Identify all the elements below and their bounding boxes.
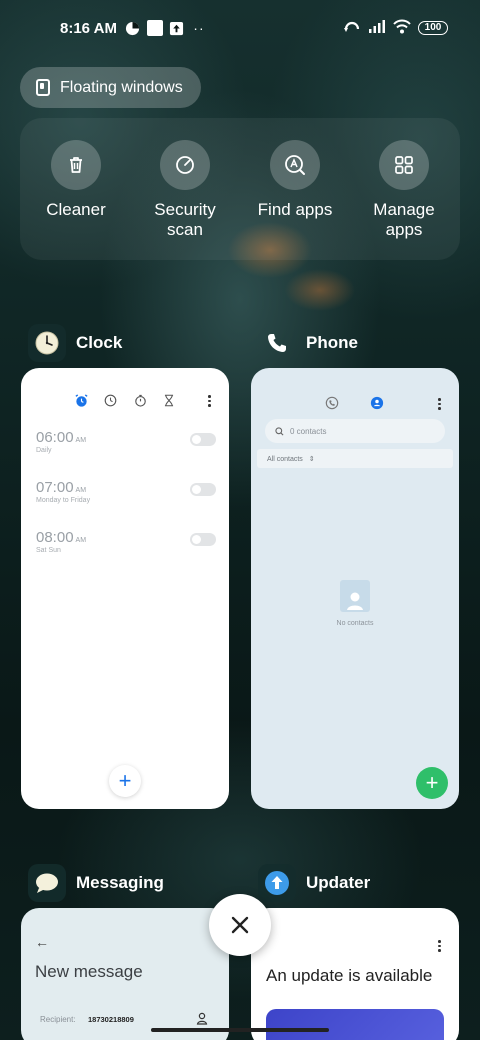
recipient-label: Recipient:: [40, 1015, 76, 1024]
update-available-title: An update is available: [266, 966, 433, 985]
alarm-repeat: Monday to Friday: [36, 497, 91, 504]
alarm-tab-icon[interactable]: [73, 392, 89, 408]
back-arrow-icon[interactable]: ←: [35, 934, 49, 950]
wifi-icon: [393, 19, 411, 38]
contacts-search-input[interactable]: 0 contacts: [265, 419, 445, 443]
alarm-repeat: Sat Sun: [36, 547, 61, 554]
update-banner: [266, 1009, 444, 1040]
close-icon: [231, 916, 249, 934]
sort-icon: ⇕: [308, 456, 315, 463]
clock-app-icon: [28, 324, 66, 362]
cleaner-button[interactable]: Cleaner: [21, 140, 131, 220]
find-apps-button[interactable]: Find apps: [240, 140, 350, 220]
floating-window-icon: [36, 79, 50, 96]
stopwatch-tab-icon[interactable]: [132, 392, 148, 408]
phone-app-card[interactable]: 0 contacts All contacts ⇕ No contacts +: [251, 368, 459, 809]
notification-square-icon: [146, 20, 163, 36]
manage-apps-label: Manage apps: [349, 200, 459, 240]
alarm-time-value: 06:00: [36, 429, 74, 446]
notification-app-icon: [125, 20, 141, 36]
close-all-button[interactable]: [209, 894, 271, 956]
security-scan-button[interactable]: Security scan: [130, 140, 240, 240]
new-message-title: New message: [35, 962, 143, 981]
alarm-time: 08:00 AM: [36, 529, 216, 546]
messaging-app-header[interactable]: Messaging: [28, 864, 164, 902]
phone-tabs: [251, 395, 459, 411]
security-scan-label: Security scan: [130, 200, 240, 240]
phone-more-options-icon[interactable]: [438, 398, 441, 410]
contacts-filter-label: All contacts: [267, 456, 303, 463]
floating-windows-button[interactable]: Floating windows: [20, 67, 201, 108]
manage-apps-label-line1: Manage: [373, 200, 435, 219]
contacts-tab-icon[interactable]: [369, 395, 385, 411]
security-scan-icon: [160, 140, 210, 190]
battery-indicator: 100: [418, 21, 448, 35]
upload-icon: [169, 20, 185, 36]
floating-windows-label: Floating windows: [60, 78, 183, 96]
home-indicator[interactable]: [151, 1028, 329, 1032]
alarm-ampm: AM: [75, 437, 87, 444]
timer-tab-icon[interactable]: [161, 392, 177, 408]
alarm-repeat: Daily: [36, 447, 52, 454]
empty-contacts-illustration: [340, 580, 370, 612]
clock-app-card[interactable]: 06:00 AM Daily 07:00 AM Monday to Friday 0…: [21, 368, 229, 809]
find-apps-icon: [270, 140, 320, 190]
find-apps-label: Find apps: [257, 200, 333, 219]
alarm-item[interactable]: 06:00 AM Daily: [36, 429, 216, 457]
grid-icon: [379, 140, 429, 190]
clock-app-name: Clock: [76, 333, 123, 352]
phone-app-name: Phone: [306, 333, 358, 352]
recipient-number[interactable]: 18730218809: [88, 1015, 134, 1024]
clock-tabs: [21, 392, 229, 408]
add-alarm-button[interactable]: +: [109, 765, 141, 797]
status-time: 8:16 AM: [60, 19, 117, 37]
alarm-time: 06:00 AM: [36, 429, 216, 446]
cleaner-label: Cleaner: [46, 200, 106, 219]
updater-app-card[interactable]: An update is available: [251, 908, 459, 1040]
messaging-app-icon: [28, 864, 66, 902]
updater-more-options-icon[interactable]: [438, 940, 441, 952]
updater-app-name: Updater: [306, 873, 371, 892]
alarm-ampm: AM: [75, 537, 87, 544]
alarm-item[interactable]: 08:00 AM Sat Sun: [36, 529, 216, 557]
phone-app-header[interactable]: Phone: [258, 324, 358, 362]
contacts-search-placeholder: 0 contacts: [290, 426, 327, 436]
more-notifications-icon: ··: [193, 20, 205, 36]
updater-app-icon: [258, 864, 296, 902]
manage-apps-label-line2: apps: [385, 220, 423, 239]
signal-icon: [368, 19, 386, 38]
alarm-toggle[interactable]: [190, 533, 216, 546]
recents-tab-icon[interactable]: [324, 395, 340, 411]
search-icon: [275, 426, 284, 435]
alarm-time-value: 08:00: [36, 529, 74, 546]
sync-icon: [343, 18, 361, 38]
alarm-ampm: AM: [75, 487, 87, 494]
manage-apps-button[interactable]: Manage apps: [349, 140, 459, 240]
clock-app-header[interactable]: Clock: [28, 324, 122, 362]
add-contact-button[interactable]: +: [416, 767, 448, 799]
messaging-app-card[interactable]: ← New message Recipient: 18730218809: [21, 908, 229, 1040]
trash-icon: [51, 140, 101, 190]
updater-app-header[interactable]: Updater: [258, 864, 370, 902]
security-scan-label-line2: scan: [167, 220, 203, 239]
no-contacts-text: No contacts: [336, 620, 374, 627]
phone-app-icon: [258, 324, 296, 362]
alarm-time: 07:00 AM: [36, 479, 216, 496]
security-scan-label-line1: Security: [154, 200, 216, 219]
alarm-toggle[interactable]: [190, 433, 216, 446]
alarm-item[interactable]: 07:00 AM Monday to Friday: [36, 479, 216, 507]
alarm-time-value: 07:00: [36, 479, 74, 496]
world-clock-tab-icon[interactable]: [102, 392, 118, 408]
alarm-toggle[interactable]: [190, 483, 216, 496]
messaging-app-name: Messaging: [76, 873, 164, 892]
clock-more-options-icon[interactable]: [208, 395, 211, 407]
contacts-filter-dropdown[interactable]: All contacts ⇕: [257, 449, 453, 468]
status-bar: 8:16 AM ·· 100: [0, 0, 480, 56]
